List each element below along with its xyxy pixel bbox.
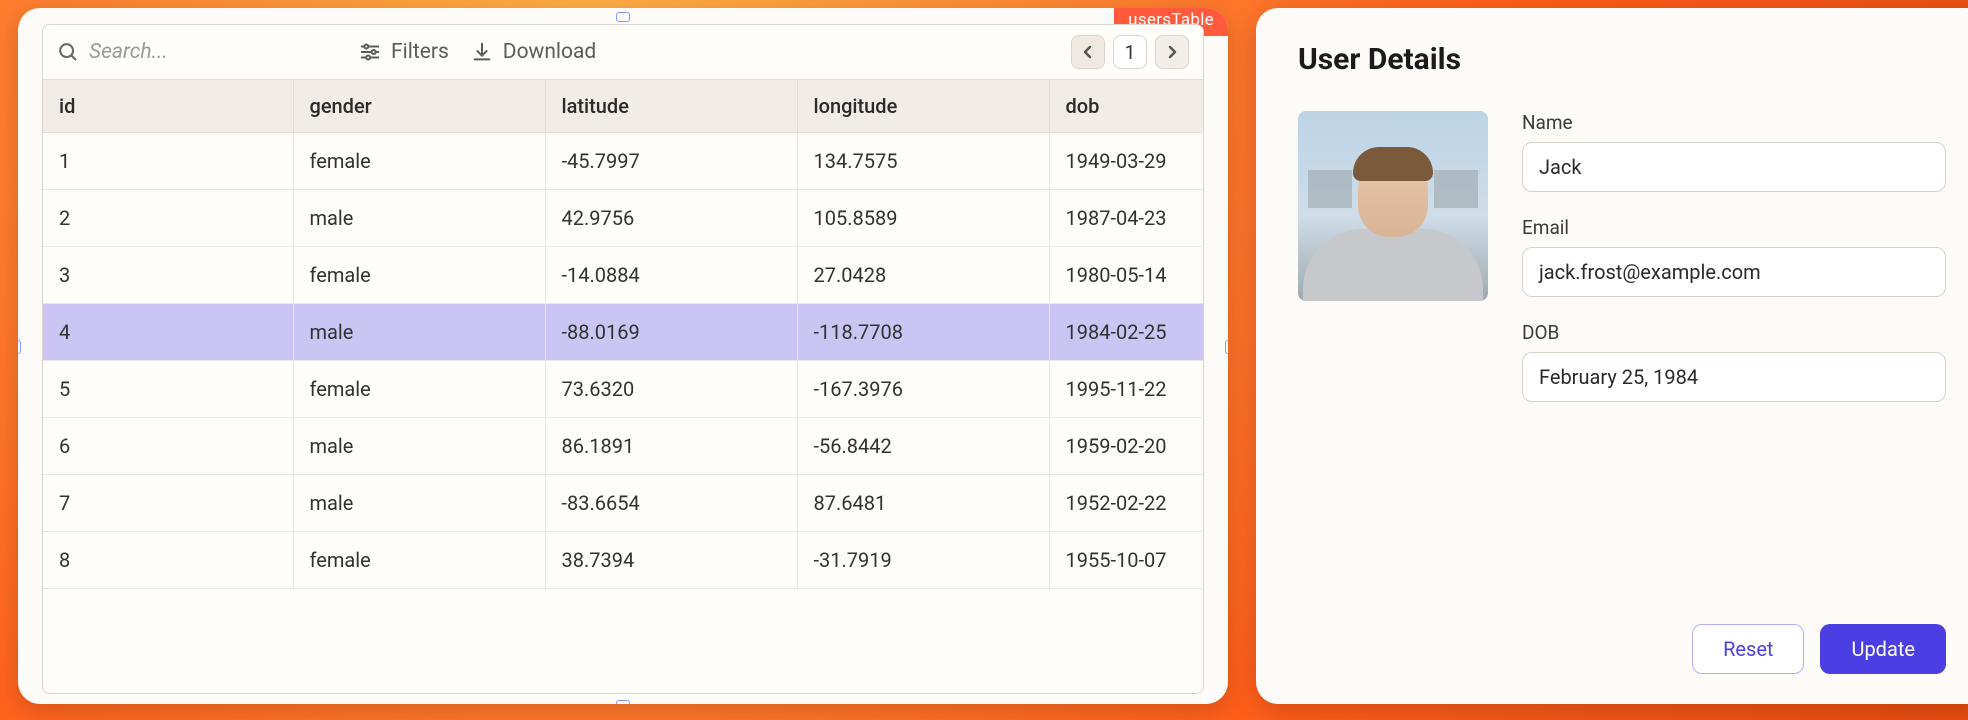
filters-button[interactable]: Filters bbox=[359, 40, 449, 64]
pager-prev-button[interactable] bbox=[1071, 35, 1105, 69]
cell-longitude: 27.0428 bbox=[797, 247, 1049, 304]
cell-dob: 1955-10-07 bbox=[1049, 532, 1204, 589]
cell-id: 4 bbox=[43, 304, 293, 361]
cell-latitude: 86.1891 bbox=[545, 418, 797, 475]
pager-next-button[interactable] bbox=[1155, 35, 1189, 69]
resize-handle-right[interactable] bbox=[1225, 340, 1228, 354]
cell-gender: female bbox=[293, 532, 545, 589]
cell-latitude: -88.0169 bbox=[545, 304, 797, 361]
table-row[interactable]: 2male42.9756105.85891987-04-23 bbox=[43, 190, 1204, 247]
cell-gender: male bbox=[293, 190, 545, 247]
cell-latitude: 38.7394 bbox=[545, 532, 797, 589]
table-header-row: id gender latitude longitude dob bbox=[43, 80, 1204, 133]
users-table: id gender latitude longitude dob 1female… bbox=[43, 79, 1204, 589]
details-title: User Details bbox=[1298, 42, 1946, 77]
cell-latitude: -14.0884 bbox=[545, 247, 797, 304]
table-row[interactable]: 3female-14.088427.04281980-05-14 bbox=[43, 247, 1204, 304]
update-button[interactable]: Update bbox=[1820, 624, 1946, 674]
cell-gender: female bbox=[293, 361, 545, 418]
cell-id: 8 bbox=[43, 532, 293, 589]
resize-handle-left[interactable] bbox=[18, 340, 21, 354]
download-label: Download bbox=[503, 40, 597, 64]
col-id[interactable]: id bbox=[43, 80, 293, 133]
table-row[interactable]: 4male-88.0169-118.77081984-02-25 bbox=[43, 304, 1204, 361]
filters-icon bbox=[359, 42, 381, 62]
table-toolbar: Filters Download bbox=[43, 25, 1203, 79]
cell-longitude: -56.8442 bbox=[797, 418, 1049, 475]
resize-handle-bottom[interactable] bbox=[616, 700, 630, 704]
cell-longitude: -31.7919 bbox=[797, 532, 1049, 589]
field-dob: DOB February 25, 1984 bbox=[1522, 321, 1946, 416]
cell-latitude: -83.6654 bbox=[545, 475, 797, 532]
name-label: Name bbox=[1522, 111, 1946, 134]
reset-button[interactable]: Reset bbox=[1692, 624, 1804, 674]
user-details-card: User Details Name Jack Email jack.frost@… bbox=[1256, 8, 1968, 704]
dob-value[interactable]: February 25, 1984 bbox=[1522, 352, 1946, 402]
email-value[interactable]: jack.frost@example.com bbox=[1522, 247, 1946, 297]
col-gender[interactable]: gender bbox=[293, 80, 545, 133]
search-box[interactable] bbox=[57, 40, 337, 64]
pager-page-number: 1 bbox=[1113, 35, 1147, 69]
cell-id: 5 bbox=[43, 361, 293, 418]
table-row[interactable]: 6male86.1891-56.84421959-02-20 bbox=[43, 418, 1204, 475]
cell-longitude: 87.6481 bbox=[797, 475, 1049, 532]
users-table-card: usersTable bbox=[18, 8, 1228, 704]
cell-gender: female bbox=[293, 133, 545, 190]
field-name: Name Jack bbox=[1522, 111, 1946, 206]
details-actions: Reset Update bbox=[1298, 624, 1946, 674]
chevron-left-icon bbox=[1082, 45, 1094, 59]
cell-id: 6 bbox=[43, 418, 293, 475]
table-frame: Filters Download bbox=[42, 24, 1204, 694]
name-value[interactable]: Jack bbox=[1522, 142, 1946, 192]
cell-dob: 1987-04-23 bbox=[1049, 190, 1204, 247]
col-longitude[interactable]: longitude bbox=[797, 80, 1049, 133]
search-input[interactable] bbox=[89, 40, 289, 64]
resize-handle-top[interactable] bbox=[616, 12, 630, 22]
pager: 1 bbox=[1071, 35, 1189, 69]
table-row[interactable]: 8female38.7394-31.79191955-10-07 bbox=[43, 532, 1204, 589]
cell-dob: 1952-02-22 bbox=[1049, 475, 1204, 532]
table-row[interactable]: 7male-83.665487.64811952-02-22 bbox=[43, 475, 1204, 532]
cell-longitude: 105.8589 bbox=[797, 190, 1049, 247]
email-label: Email bbox=[1522, 216, 1946, 239]
cell-gender: male bbox=[293, 475, 545, 532]
cell-longitude: 134.7575 bbox=[797, 133, 1049, 190]
search-icon bbox=[57, 41, 79, 63]
download-button[interactable]: Download bbox=[471, 40, 597, 64]
cell-id: 1 bbox=[43, 133, 293, 190]
filters-label: Filters bbox=[391, 40, 449, 64]
cell-gender: male bbox=[293, 304, 545, 361]
cell-id: 3 bbox=[43, 247, 293, 304]
table-row[interactable]: 1female-45.7997134.75751949-03-29 bbox=[43, 133, 1204, 190]
cell-gender: female bbox=[293, 247, 545, 304]
cell-latitude: -45.7997 bbox=[545, 133, 797, 190]
chevron-right-icon bbox=[1166, 45, 1178, 59]
dob-label: DOB bbox=[1522, 321, 1946, 344]
cell-dob: 1995-11-22 bbox=[1049, 361, 1204, 418]
avatar bbox=[1298, 111, 1488, 301]
col-dob[interactable]: dob bbox=[1049, 80, 1204, 133]
cell-gender: male bbox=[293, 418, 545, 475]
cell-longitude: -167.3976 bbox=[797, 361, 1049, 418]
cell-longitude: -118.7708 bbox=[797, 304, 1049, 361]
cell-dob: 1959-02-20 bbox=[1049, 418, 1204, 475]
cell-dob: 1984-02-25 bbox=[1049, 304, 1204, 361]
cell-id: 2 bbox=[43, 190, 293, 247]
cell-dob: 1980-05-14 bbox=[1049, 247, 1204, 304]
download-icon bbox=[471, 41, 493, 63]
cell-dob: 1949-03-29 bbox=[1049, 133, 1204, 190]
col-latitude[interactable]: latitude bbox=[545, 80, 797, 133]
cell-latitude: 73.6320 bbox=[545, 361, 797, 418]
cell-id: 7 bbox=[43, 475, 293, 532]
cell-latitude: 42.9756 bbox=[545, 190, 797, 247]
table-row[interactable]: 5female73.6320-167.39761995-11-22 bbox=[43, 361, 1204, 418]
field-email: Email jack.frost@example.com bbox=[1522, 216, 1946, 311]
